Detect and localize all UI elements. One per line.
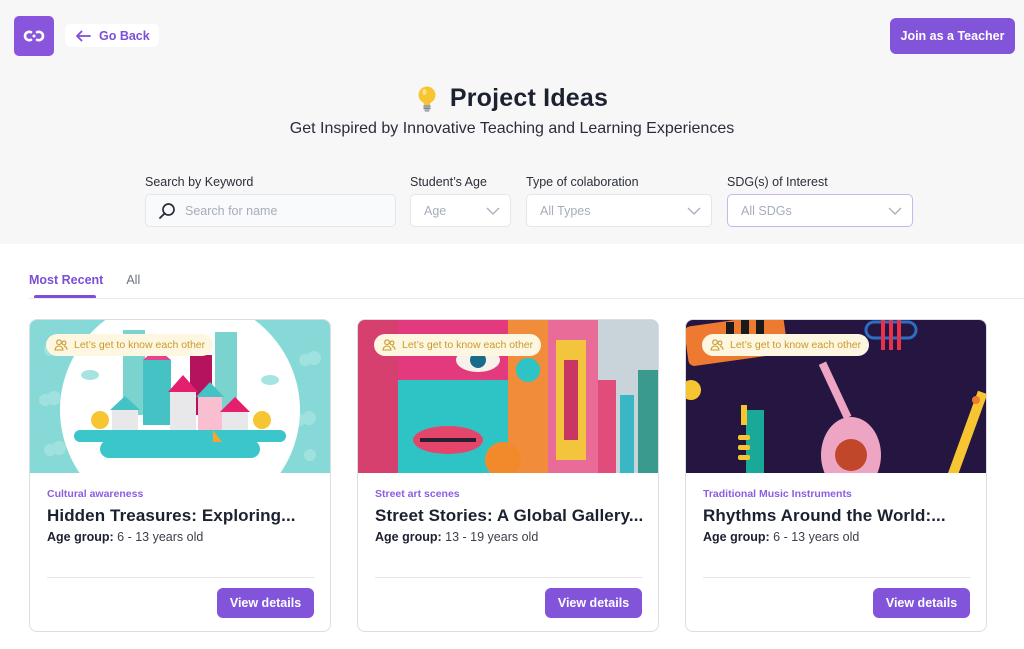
app-logo[interactable] bbox=[14, 16, 54, 56]
card-title[interactable]: Hidden Treasures: Exploring... bbox=[47, 506, 296, 526]
card-category: Cultural awareness bbox=[47, 488, 144, 500]
page-heading: Project Ideas bbox=[0, 84, 1024, 113]
collaboration-select[interactable]: All Types bbox=[526, 194, 712, 227]
tab-most-recent[interactable]: Most Recent bbox=[29, 273, 103, 287]
card-age-group: Age group: 6 - 13 years old bbox=[47, 530, 203, 544]
users-icon bbox=[54, 339, 68, 351]
age-group-label: Age group: bbox=[703, 530, 770, 544]
keyword-search-input[interactable] bbox=[185, 203, 375, 218]
search-icon bbox=[159, 202, 175, 219]
collaboration-select-value: All Types bbox=[540, 203, 591, 218]
card-category: Traditional Music Instruments bbox=[703, 488, 852, 500]
arrow-left-icon bbox=[76, 30, 91, 41]
age-group-value: 6 - 13 years old bbox=[117, 530, 204, 544]
age-select[interactable]: Age bbox=[410, 194, 511, 227]
sdg-label: SDG(s) of Interest bbox=[727, 175, 828, 189]
age-group-value: 13 - 19 years old bbox=[445, 530, 539, 544]
users-icon bbox=[382, 339, 396, 351]
join-as-teacher-button[interactable]: Join as a Teacher bbox=[890, 18, 1015, 54]
category-badge: Let’s get to know each other bbox=[46, 334, 214, 356]
view-details-button[interactable]: View details bbox=[873, 588, 970, 618]
card-category: Street art scenes bbox=[375, 488, 460, 500]
age-select-value: Age bbox=[424, 203, 447, 218]
age-group-label: Age group: bbox=[375, 530, 442, 544]
infinity-link-icon bbox=[23, 30, 45, 42]
age-group-label: Age group: bbox=[47, 530, 114, 544]
category-badge: Let’s get to know each other bbox=[374, 334, 542, 356]
badge-label: Let’s get to know each other bbox=[74, 339, 206, 351]
card-divider bbox=[703, 577, 970, 578]
category-badge: Let’s get to know each other bbox=[702, 334, 870, 356]
chevron-down-icon bbox=[687, 207, 701, 215]
chevron-down-icon bbox=[888, 207, 902, 215]
tab-all[interactable]: All bbox=[126, 273, 140, 287]
card-title[interactable]: Street Stories: A Global Gallery... bbox=[375, 506, 643, 526]
badge-label: Let’s get to know each other bbox=[730, 339, 862, 351]
page-title: Project Ideas bbox=[449, 84, 609, 112]
keyword-label: Search by Keyword bbox=[145, 175, 254, 189]
view-details-button[interactable]: View details bbox=[217, 588, 314, 618]
collaboration-label: Type of colaboration bbox=[526, 175, 639, 189]
age-label: Student’s Age bbox=[410, 175, 487, 189]
tabs-divider bbox=[29, 298, 1024, 299]
page-subtitle: Get Inspired by Innovative Teaching and … bbox=[289, 120, 735, 137]
card-divider bbox=[47, 577, 314, 578]
tab-bar: Most Recent All bbox=[29, 273, 140, 287]
age-group-value: 6 - 13 years old bbox=[773, 530, 860, 544]
view-details-button[interactable]: View details bbox=[545, 588, 642, 618]
go-back-label: Go Back bbox=[99, 28, 150, 43]
sdg-select-value: All SDGs bbox=[741, 203, 792, 218]
project-card[interactable]: Let’s get to know each other Cultural aw… bbox=[29, 319, 331, 632]
project-card[interactable]: Let’s get to know each other Traditional… bbox=[685, 319, 987, 632]
card-title[interactable]: Rhythms Around the World:... bbox=[703, 506, 946, 526]
card-age-group: Age group: 6 - 13 years old bbox=[703, 530, 859, 544]
hero-section: Go Back Join as a Teacher Project Ideas … bbox=[0, 0, 1024, 244]
sdg-select[interactable]: All SDGs bbox=[727, 194, 913, 227]
chevron-down-icon bbox=[486, 207, 500, 215]
lightbulb-icon bbox=[418, 86, 436, 112]
card-age-group: Age group: 13 - 19 years old bbox=[375, 530, 538, 544]
project-card[interactable]: Let’s get to know each other Street art … bbox=[357, 319, 659, 632]
keyword-search-field[interactable] bbox=[145, 194, 396, 227]
badge-label: Let’s get to know each other bbox=[402, 339, 534, 351]
users-icon bbox=[710, 339, 724, 351]
go-back-button[interactable]: Go Back bbox=[65, 24, 159, 47]
card-divider bbox=[375, 577, 642, 578]
